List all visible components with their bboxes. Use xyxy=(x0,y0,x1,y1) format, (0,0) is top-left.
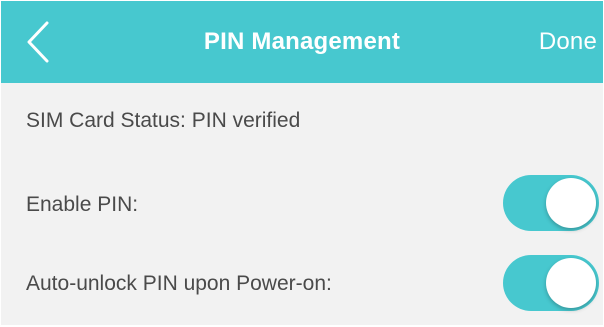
auto-unlock-pin-row: Auto-unlock PIN upon Power-on: xyxy=(1,255,603,311)
done-button[interactable]: Done xyxy=(539,1,597,83)
enable-pin-toggle[interactable] xyxy=(503,175,599,231)
sim-card-status-row: SIM Card Status: PIN verified xyxy=(1,93,603,149)
enable-pin-label: Enable PIN: xyxy=(26,193,139,216)
content-area: SIM Card Status: PIN verified Enable PIN… xyxy=(1,83,603,325)
pin-management-screen: PIN Management Done SIM Card Status: PIN… xyxy=(1,1,603,325)
auto-unlock-pin-label: Auto-unlock PIN upon Power-on: xyxy=(26,272,332,295)
enable-pin-row: Enable PIN: xyxy=(1,175,603,231)
auto-unlock-pin-toggle-knob xyxy=(546,258,596,308)
back-button[interactable] xyxy=(19,19,55,65)
sim-card-status-text: SIM Card Status: PIN verified xyxy=(26,109,301,132)
top-app-bar: PIN Management Done xyxy=(1,1,603,83)
chevron-left-icon xyxy=(27,21,49,63)
enable-pin-toggle-knob xyxy=(546,178,596,228)
auto-unlock-pin-toggle[interactable] xyxy=(503,255,599,311)
page-title: PIN Management xyxy=(203,28,401,55)
